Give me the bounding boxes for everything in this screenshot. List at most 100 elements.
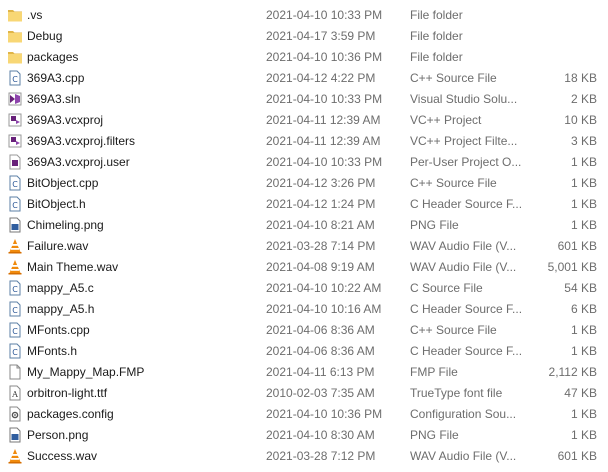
file-date-modified: 2021-04-11 6:13 PM: [266, 365, 375, 379]
file-size: 1 KB: [570, 323, 597, 337]
file-row[interactable]: Main Theme.wav 2021-04-08 9:19 AM WAV Audi…: [0, 257, 608, 278]
file-size: 601 KB: [557, 449, 597, 463]
svg-text:C: C: [12, 75, 18, 84]
file-size: 1 KB: [570, 218, 597, 232]
file-size: 601 KB: [557, 239, 597, 253]
file-name: Chimeling.png: [27, 218, 104, 232]
file-name: Failure.wav: [27, 239, 89, 253]
file-row[interactable]: packages 2021-04-10 10:36 PM File folder: [0, 47, 608, 68]
file-type: WAV Audio File (V...: [410, 260, 517, 274]
svg-text:C: C: [12, 285, 18, 294]
file-type: VC++ Project Filte...: [410, 134, 518, 148]
file-row[interactable]: 369A3.vcxproj.user 2021-04-10 10:33 PM Per…: [0, 152, 608, 173]
header-file-icon: C: [7, 301, 23, 317]
file-name: packages: [27, 50, 79, 64]
file-type: C Header Source F...: [410, 302, 523, 316]
file-name: .vs: [27, 8, 43, 22]
png-file-icon: [7, 427, 23, 443]
file-size: 1 KB: [570, 344, 597, 358]
file-type: C++ Source File: [410, 176, 497, 190]
file-row[interactable]: C MFonts.cpp 2021-04-06 8:36 AM C++ Source …: [0, 320, 608, 341]
svg-text:C: C: [12, 201, 18, 210]
file-date-modified: 2021-04-12 3:26 PM: [266, 176, 376, 190]
font-file-icon: A: [7, 385, 23, 401]
file-name: BitObject.cpp: [27, 176, 99, 190]
file-date-modified: 2021-04-10 10:36 PM: [266, 50, 383, 64]
header-file-icon: C: [7, 343, 23, 359]
file-name: 369A3.sln: [27, 92, 81, 106]
file-row[interactable]: Cmappy_A5.h 2021-04-10 10:16 AM C Header S…: [0, 299, 608, 320]
file-size: 10 KB: [564, 113, 597, 127]
file-type: C++ Source File: [410, 323, 497, 337]
file-type: Configuration Sou...: [410, 407, 517, 421]
user-project-file-icon: [7, 154, 23, 170]
file-date-modified: 2021-04-11 12:39 AM: [266, 113, 381, 127]
file-name: mappy_A5.c: [27, 281, 94, 295]
cpp-file-icon: C: [7, 175, 23, 191]
file-date-modified: 2021-04-12 1:24 PM: [266, 197, 376, 211]
file-row[interactable]: Failure.wav 2021-03-28 7:14 PM WAV Audio F…: [0, 236, 608, 257]
file-type: File folder: [410, 8, 463, 22]
folder-icon: [7, 7, 23, 23]
file-type: PNG File: [410, 428, 459, 442]
file-row[interactable]: My_Mappy_Map.FMP 2021-04-11 6:13 PM FMP Fi…: [0, 362, 608, 383]
file-row[interactable]: C BitObject.cpp 2021-04-12 3:26 PM C++ Sour…: [0, 173, 608, 194]
file-row[interactable]: Chimeling.png 2021-04-10 8:21 AM PNG File 1…: [0, 215, 608, 236]
file-row[interactable]: .vs 2021-04-10 10:33 PM File folder: [0, 5, 608, 26]
file-row[interactable]: packages.config 2021-04-10 10:36 PM Config…: [0, 404, 608, 425]
file-size: 5,001 KB: [547, 260, 597, 274]
file-size: 54 KB: [564, 281, 597, 295]
folder-icon: [7, 49, 23, 65]
vcxproj-file-icon: [7, 112, 23, 128]
file-row[interactable]: Debug 2021-04-17 3:59 PM File folder: [0, 26, 608, 47]
file-size: 47 KB: [564, 386, 597, 400]
file-date-modified: 2021-04-11 12:39 AM: [266, 134, 381, 148]
file-row[interactable]: 369A3.vcxproj 2021-04-11 12:39 AM VC++ Pro…: [0, 110, 608, 131]
file-date-modified: 2021-04-10 8:30 AM: [266, 428, 375, 442]
file-date-modified: 2021-04-10 10:22 AM: [266, 281, 382, 295]
file-type: WAV Audio File (V...: [410, 449, 517, 463]
cpp-file-icon: C: [7, 70, 23, 86]
file-list: .vs 2021-04-10 10:33 PM File folder Debug 20…: [0, 0, 608, 472]
file-size: 2,112 KB: [548, 365, 597, 379]
file-date-modified: 2010-02-03 7:35 AM: [266, 386, 375, 400]
file-date-modified: 2021-04-10 10:33 PM: [266, 92, 383, 106]
file-row[interactable]: 369A3.sln 2021-04-10 10:33 PM Visual Studi…: [0, 89, 608, 110]
file-date-modified: 2021-04-12 4:22 PM: [266, 71, 376, 85]
file-name: packages.config: [27, 407, 114, 421]
file-date-modified: 2021-04-06 8:36 AM: [266, 323, 375, 337]
file-date-modified: 2021-04-10 10:33 PM: [266, 8, 383, 22]
sln-file-icon: [7, 91, 23, 107]
file-row[interactable]: C BitObject.h 2021-04-12 1:24 PM C Header S…: [0, 194, 608, 215]
file-size: 2 KB: [570, 92, 597, 106]
file-name: My_Mappy_Map.FMP: [27, 365, 145, 379]
file-row[interactable]: Person.png 2021-04-10 8:30 AM PNG File 1 KB: [0, 425, 608, 446]
file-size: 1 KB: [570, 176, 597, 190]
svg-text:C: C: [12, 327, 18, 336]
file-size: 3 KB: [570, 134, 597, 148]
file-row[interactable]: 369A3.vcxproj.filters 2021-04-11 12:39 AM…: [0, 131, 608, 152]
file-row[interactable]: Aorbitron-light.ttf 2010-02-03 7:35 AM Tru…: [0, 383, 608, 404]
file-name: BitObject.h: [27, 197, 86, 211]
file-date-modified: 2021-04-17 3:59 PM: [266, 29, 376, 43]
cpp-file-icon: C: [7, 322, 23, 338]
file-size: 1 KB: [570, 428, 597, 442]
file-type: C Source File: [410, 281, 483, 295]
file-type: FMP File: [410, 365, 458, 379]
file-size: 1 KB: [570, 155, 597, 169]
file-type: C Header Source F...: [410, 197, 523, 211]
file-type: C++ Source File: [410, 71, 497, 85]
file-row[interactable]: Success.wav 2021-03-28 7:12 PM WAV Audio F…: [0, 446, 608, 467]
file-row[interactable]: C 369A3.cpp 2021-04-12 4:22 PM C++ Source F…: [0, 68, 608, 89]
vlc-cone-icon: [7, 238, 23, 254]
file-row[interactable]: Cmappy_A5.c 2021-04-10 10:22 AM C Source F…: [0, 278, 608, 299]
vlc-cone-icon: [7, 448, 23, 464]
file-size: 1 KB: [570, 197, 597, 211]
folder-icon: [7, 28, 23, 44]
file-name: 369A3.cpp: [27, 71, 85, 85]
file-date-modified: 2021-04-08 9:19 AM: [266, 260, 375, 274]
file-date-modified: 2021-04-10 10:16 AM: [266, 302, 382, 316]
file-date-modified: 2021-04-10 8:21 AM: [266, 218, 375, 232]
file-row[interactable]: C MFonts.h 2021-04-06 8:36 AM C Header Sour…: [0, 341, 608, 362]
file-type: File folder: [410, 29, 463, 43]
